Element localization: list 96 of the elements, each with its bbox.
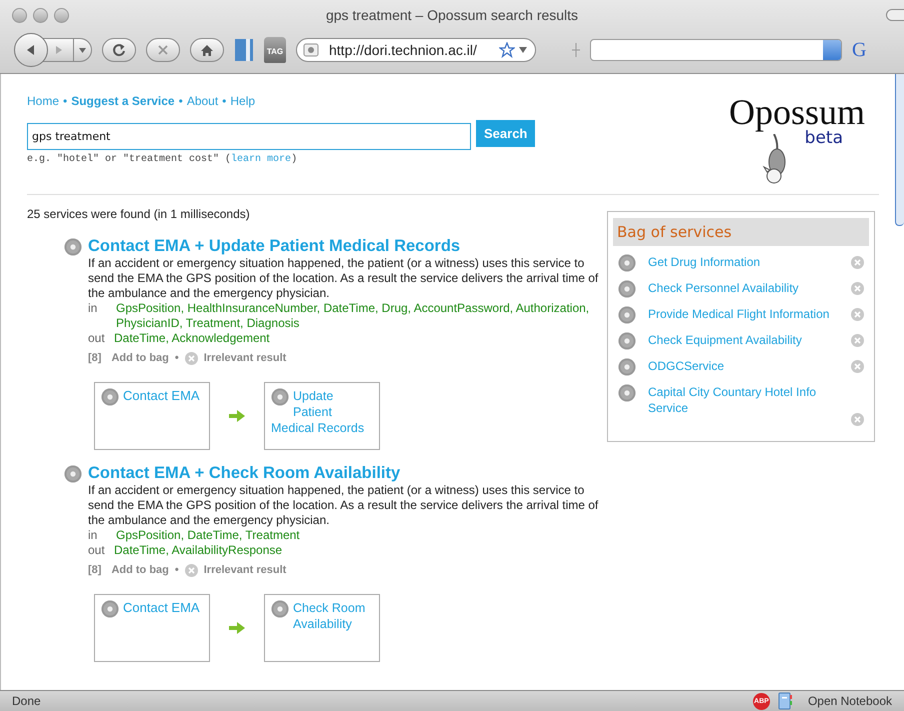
star-icon <box>499 42 515 58</box>
home-button[interactable] <box>190 38 224 62</box>
service-link[interactable]: Contact EMA <box>123 388 200 404</box>
service-link[interactable]: Contact EMA <box>123 600 200 616</box>
result-count: 25 services were found (in 1 milliseconds) <box>27 207 251 221</box>
site-icon <box>303 42 319 58</box>
gear-icon <box>618 280 636 298</box>
output-parameters: DateTime, AvailabilityResponse <box>114 543 282 558</box>
service-link[interactable]: Update Patient Medical Records <box>271 388 373 436</box>
dropdown-icon <box>823 40 841 60</box>
remove-icon <box>851 308 864 321</box>
stop-button[interactable] <box>146 38 180 62</box>
gear-icon <box>101 600 119 618</box>
result-description: If an accident or emergency situation happened, the patient (or a witness) uses this service to send the EMA the GPS position of the location. As a result the service delivers the arrival time of the ambulance and the emergency physician. <box>88 483 600 528</box>
open-notebook-button[interactable]: Open Notebook <box>808 694 892 708</box>
remove-icon <box>851 360 864 373</box>
irrelevant-result-link[interactable]: Irrelevant result <box>204 351 286 366</box>
rank-label: [8] <box>88 563 102 578</box>
toolbar-search-field[interactable] <box>590 39 842 61</box>
remove-icon <box>851 256 864 269</box>
separator-dot: • <box>174 351 179 366</box>
nav-link[interactable]: About <box>186 94 218 108</box>
search-hint: e.g. "hotel" or "treatment cost" (learn more) <box>27 154 298 165</box>
input-parameters: GpsPosition, HealthInsuranceNumber, DateTime, Drug, AccountPassword, Authorization, PhysicianID, Treatment, Diagnosis <box>116 301 590 331</box>
result-title-link[interactable]: Contact EMA + Update Patient Medical Records <box>88 237 460 256</box>
add-to-bag-link[interactable]: Add to bag <box>111 351 169 366</box>
caret-icon <box>79 48 86 52</box>
gear-icon <box>618 254 636 272</box>
gear-icon <box>64 238 82 256</box>
output-parameters: DateTime, Acknowledgement <box>114 331 270 346</box>
gear-icon <box>271 388 289 406</box>
irrelevant-result-link[interactable]: Irrelevant result <box>204 563 286 578</box>
gear-icon <box>618 306 636 324</box>
nav-link[interactable]: Help <box>230 94 256 108</box>
tag-button[interactable]: TAG <box>264 37 286 63</box>
service-link[interactable]: Capital City Countary Hotel Info Service <box>648 384 839 416</box>
separator-dot: • <box>222 94 226 108</box>
nav-link[interactable]: Suggest a Service <box>71 94 175 108</box>
remove-icon <box>851 334 864 347</box>
remove-icon <box>851 282 864 295</box>
window-close-button[interactable] <box>12 8 27 22</box>
parameter-label: in <box>88 528 98 543</box>
bookmarks-button[interactable] <box>234 38 254 62</box>
result-description: If an accident or emergency situation happened, the patient (or a witness) uses this service to send the EMA the GPS position of the location. As a result the service delivers the arrival time of the ambulance and the emergency physician. <box>88 256 600 301</box>
window-title: gps treatment – Opossum search results <box>326 7 578 23</box>
reload-icon <box>112 43 126 57</box>
search-engine-icon[interactable]: G <box>852 38 866 62</box>
search-button[interactable]: Search <box>476 120 536 147</box>
service-link[interactable]: Get Drug Information <box>648 254 839 270</box>
service-link[interactable]: Check Equipment Availability <box>648 332 839 348</box>
arrow-icon <box>228 621 246 635</box>
parameter-label: out <box>88 543 106 558</box>
gear-icon <box>618 332 636 350</box>
service-link[interactable]: Provide Medical Flight Information <box>648 306 839 322</box>
back-icon <box>25 44 37 56</box>
separator-dot: • <box>63 94 68 108</box>
remove-icon <box>184 564 198 577</box>
gear-icon <box>618 384 636 402</box>
rank-label: [8] <box>88 351 102 366</box>
forward-icon <box>54 45 64 55</box>
window-minimize-button[interactable] <box>33 8 48 22</box>
bookmark-icon <box>234 38 254 62</box>
service-link[interactable]: ODGCService <box>648 358 839 374</box>
parameter-label: out <box>88 331 106 346</box>
result-title-link[interactable]: Contact EMA + Check Room Availability <box>88 464 400 483</box>
history-dropdown-button[interactable] <box>74 38 92 62</box>
separator-dot: • <box>174 563 179 578</box>
stop-icon <box>157 44 169 56</box>
resize-handle-icon <box>572 43 580 57</box>
logo: Opossum beta <box>728 94 865 146</box>
parameter-label: in <box>88 301 98 317</box>
reload-button[interactable] <box>102 38 136 62</box>
remove-icon <box>851 413 864 426</box>
gear-icon <box>64 464 82 482</box>
learn-more-link[interactable]: learn more <box>231 154 292 165</box>
notebook-icon <box>778 692 792 710</box>
gear-icon <box>101 388 119 406</box>
caret-icon <box>519 47 527 53</box>
status-text: Done <box>12 694 42 708</box>
add-to-bag-link[interactable]: Add to bag <box>111 563 169 578</box>
nav-link[interactable]: Home <box>27 94 60 108</box>
panel-title: Bag of services <box>613 218 869 246</box>
remove-icon <box>184 352 198 365</box>
separator-dot: • <box>178 94 183 108</box>
service-link[interactable]: Check Room Availability <box>271 600 373 632</box>
back-button[interactable] <box>14 33 48 67</box>
window-zoom-button[interactable] <box>54 8 69 22</box>
input-parameters: GpsPosition, DateTime, Treatment <box>116 528 300 543</box>
scrollbar[interactable] <box>895 74 904 226</box>
address-field[interactable]: http://dori.technion.ac.il/ <box>296 38 536 62</box>
gear-icon <box>271 600 289 618</box>
gear-icon <box>618 358 636 376</box>
service-link[interactable]: Check Personnel Availability <box>648 280 839 296</box>
arrow-icon <box>228 409 246 423</box>
home-icon <box>200 44 214 56</box>
search-field[interactable]: gps treatment <box>27 123 471 150</box>
